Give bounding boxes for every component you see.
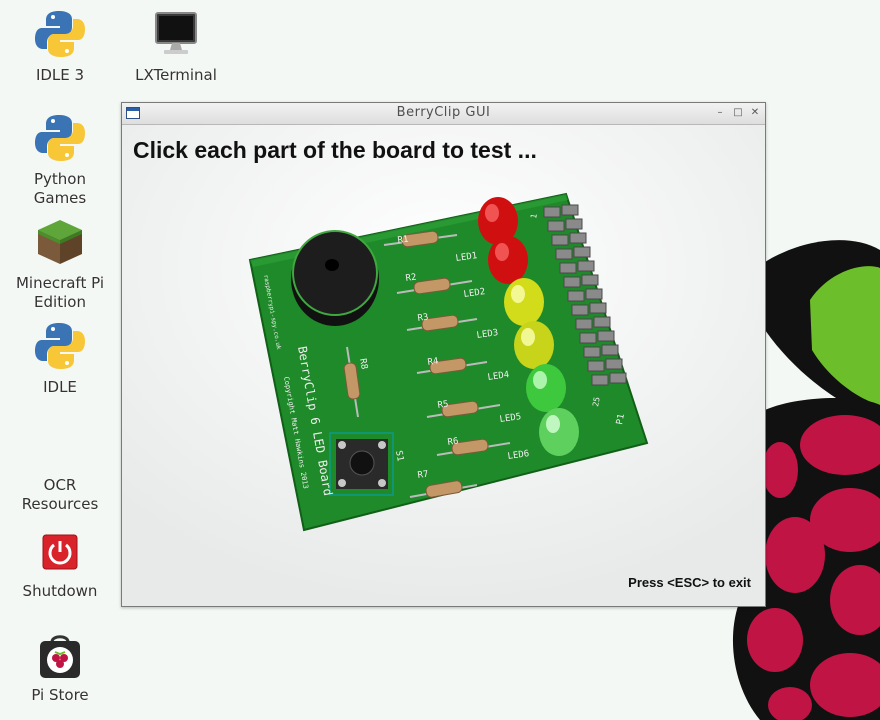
led-4	[514, 321, 554, 369]
desktop-icon-label: IDLE	[43, 378, 77, 396]
label-pin25: 25	[591, 396, 602, 407]
desktop-icon-pi-store[interactable]: Pi Store	[5, 632, 115, 705]
label-r7: R7	[417, 470, 429, 481]
pi-store-icon	[38, 632, 82, 680]
maximize-button[interactable]: □	[731, 106, 745, 120]
window-title: BerryClip GUI	[396, 105, 491, 120]
label-s1: S1	[393, 450, 405, 462]
berryclip-window: BerryClip GUI – □ ✕ R1 R2 R3 R4 R5 R6 R7…	[121, 102, 766, 607]
led-5	[526, 364, 566, 412]
desktop-icon-label: Pi Store	[31, 686, 89, 704]
label-r4: R4	[427, 357, 439, 368]
label-p1: P1	[615, 413, 627, 425]
python-icon	[34, 8, 86, 60]
label-r5: R5	[437, 400, 449, 411]
buzzer[interactable]	[291, 230, 379, 326]
desktop-icon-label: OCR Resources	[21, 476, 99, 513]
desktop-icon-label: IDLE 3	[35, 66, 85, 84]
desktop-icon-ocr-resources[interactable]: OCR Resources	[5, 470, 115, 514]
instruction-heading: Click each part of the board to test ...	[133, 137, 537, 163]
label-r2: R2	[405, 273, 417, 284]
desktop-icon-idle[interactable]: IDLE	[5, 320, 115, 397]
shutdown-icon	[42, 534, 78, 570]
led-3	[504, 278, 544, 326]
terminal-icon	[150, 8, 202, 60]
desktop-icon-shutdown[interactable]: Shutdown	[5, 534, 115, 601]
desktop-icon-idle3[interactable]: IDLE 3	[5, 8, 115, 85]
push-switch[interactable]	[329, 432, 394, 496]
python-icon	[34, 112, 86, 164]
desktop-icon-lxterminal[interactable]: LXTerminal	[121, 8, 231, 85]
led-2	[488, 236, 528, 284]
desktop-icon-label: Shutdown	[22, 582, 98, 600]
label-r1: R1	[397, 235, 409, 246]
desktop-icon-label: LXTerminal	[135, 66, 217, 84]
label-r8: R8	[357, 358, 369, 370]
window-titlebar[interactable]: BerryClip GUI – □ ✕	[122, 103, 765, 125]
desktop-icon-python-games[interactable]: Python Games	[5, 112, 115, 208]
desktop-icon-minecraft[interactable]: Minecraft Pi Edition	[5, 216, 115, 312]
minimize-button[interactable]: –	[713, 106, 727, 120]
window-content: R1 R2 R3 R4 R5 R6 R7 R8 LED1 LED2 LED3 L…	[122, 125, 765, 606]
led-6	[539, 408, 579, 456]
python-icon	[34, 320, 86, 372]
desktop-icon-label: Minecraft Pi Edition	[15, 274, 104, 311]
exit-hint: Press <ESC> to exit	[628, 575, 751, 590]
minecraft-icon	[34, 216, 86, 268]
label-r3: R3	[417, 313, 429, 324]
close-button[interactable]: ✕	[748, 106, 762, 120]
label-r6: R6	[447, 437, 459, 448]
berryclip-board: R1 R2 R3 R4 R5 R6 R7 R8 LED1 LED2 LED3 L…	[122, 125, 765, 606]
desktop-icon-label: Python Games	[33, 170, 87, 207]
